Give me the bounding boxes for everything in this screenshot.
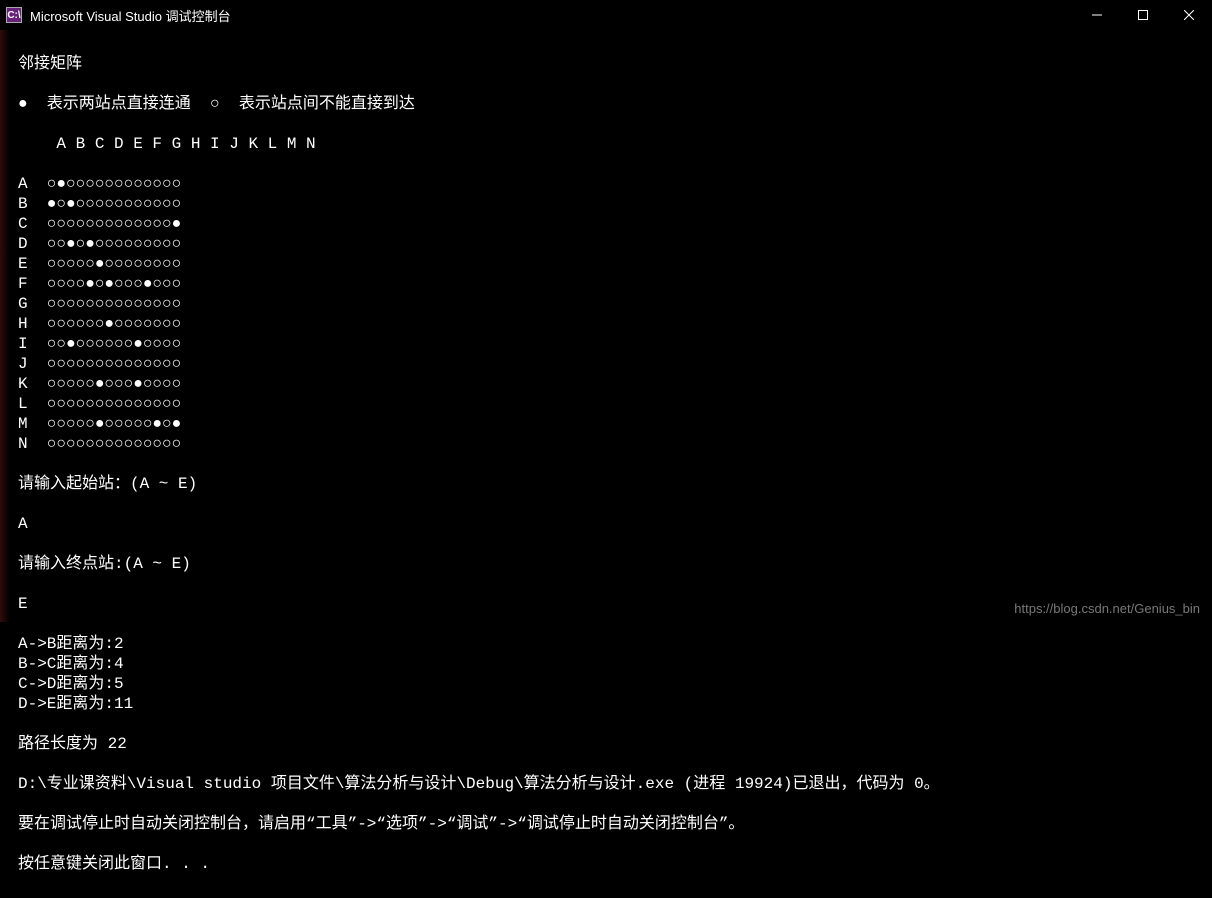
window-titlebar: C:\ Microsoft Visual Studio 调试控制台 (0, 0, 1212, 30)
matrix-row: A ○●○○○○○○○○○○○○ (18, 174, 1202, 194)
path-length: 路径长度为 22 (18, 734, 1202, 754)
watermark: https://blog.csdn.net/Genius_bin (1014, 601, 1200, 616)
exit-message: D:\专业课资料\Visual studio 项目文件\算法分析与设计\Debu… (18, 774, 1202, 794)
matrix-row: G ○○○○○○○○○○○○○○ (18, 294, 1202, 314)
matrix-row: J ○○○○○○○○○○○○○○ (18, 354, 1202, 374)
matrix-row: F ○○○○●○●○○○●○○○ (18, 274, 1202, 294)
matrix-title: 邻接矩阵 (18, 54, 1202, 74)
distance-list: A->B距离为:2B->C距离为:4C->D距离为:5D->E距离为:11 (18, 634, 1202, 714)
matrix-row: D ○○●○●○○○○○○○○○ (18, 234, 1202, 254)
input-start: A (18, 514, 1202, 534)
adjacency-matrix: A ○●○○○○○○○○○○○○B ●○●○○○○○○○○○○○C ○○○○○○… (18, 174, 1202, 454)
matrix-row: K ○○○○○●○○○●○○○○ (18, 374, 1202, 394)
matrix-row: E ○○○○○●○○○○○○○○ (18, 254, 1202, 274)
prompt-end: 请输入终点站:(A ~ E) (18, 554, 1202, 574)
window-title: Microsoft Visual Studio 调试控制台 (30, 6, 231, 25)
console-output: 邻接矩阵 ● 表示两站点直接连通 ○ 表示站点间不能直接到达 A B C D E… (0, 30, 1212, 898)
distance-line: C->D距离为:5 (18, 674, 1202, 694)
matrix-row: N ○○○○○○○○○○○○○○ (18, 434, 1202, 454)
maximize-icon (1138, 10, 1148, 20)
minimize-icon (1092, 10, 1102, 20)
matrix-col-header: A B C D E F G H I J K L M N (18, 134, 1202, 154)
left-edge-accent (0, 0, 10, 622)
matrix-row: M ○○○○○●○○○○○●○● (18, 414, 1202, 434)
close-icon (1184, 10, 1194, 20)
distance-line: A->B距离为:2 (18, 634, 1202, 654)
matrix-legend: ● 表示两站点直接连通 ○ 表示站点间不能直接到达 (18, 94, 1202, 114)
matrix-row: H ○○○○○○●○○○○○○○ (18, 314, 1202, 334)
hint-message: 要在调试停止时自动关闭控制台，请启用“工具”->“选项”->“调试”->“调试停… (18, 814, 1202, 834)
minimize-button[interactable] (1074, 0, 1120, 30)
close-button[interactable] (1166, 0, 1212, 30)
window-controls (1074, 0, 1212, 30)
close-message: 按任意键关闭此窗口. . . (18, 854, 1202, 874)
matrix-row: I ○○●○○○○○○●○○○○ (18, 334, 1202, 354)
matrix-row: B ●○●○○○○○○○○○○○ (18, 194, 1202, 214)
maximize-button[interactable] (1120, 0, 1166, 30)
distance-line: B->C距离为:4 (18, 654, 1202, 674)
matrix-row: C ○○○○○○○○○○○○○● (18, 214, 1202, 234)
prompt-start: 请输入起始站：(A ~ E) (18, 474, 1202, 494)
matrix-row: L ○○○○○○○○○○○○○○ (18, 394, 1202, 414)
app-icon: C:\ (6, 7, 22, 23)
distance-line: D->E距离为:11 (18, 694, 1202, 714)
